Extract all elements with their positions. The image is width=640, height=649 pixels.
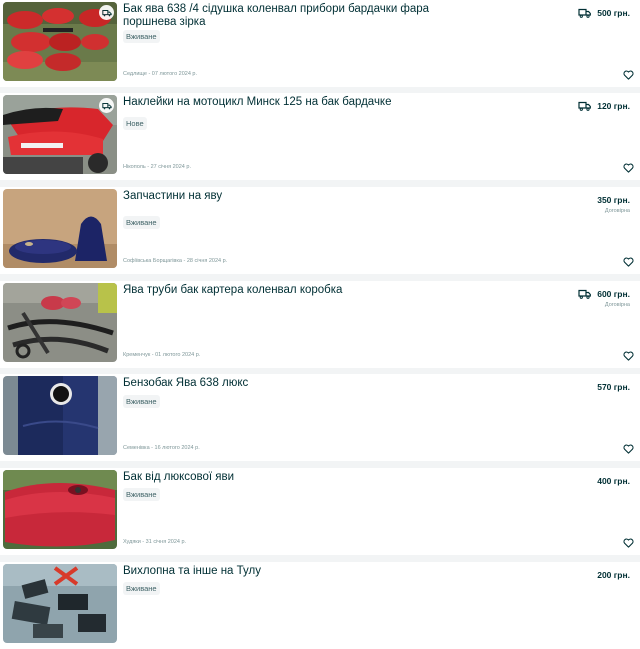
condition-badge: Вживане: [123, 488, 160, 501]
photo-image: [3, 189, 117, 268]
heart-outline-icon[interactable]: [623, 444, 634, 454]
listing-price: 350 грн.: [597, 195, 630, 205]
heart-outline-icon[interactable]: [623, 257, 634, 267]
listing-title[interactable]: Бак від люксової яви: [123, 471, 473, 484]
truck-icon: [578, 8, 592, 18]
photo-image: [3, 376, 117, 455]
listing-photo[interactable]: [3, 2, 117, 81]
negotiable-label: Договірна: [604, 208, 630, 214]
location-date: Худяки - 31 січня 2024 р.: [123, 539, 187, 545]
listing-card[interactable]: Вихлопна та інше на Тулу Вживане 200 грн…: [0, 562, 640, 649]
listing-price: 600 грн.: [597, 289, 630, 299]
truck-icon: [578, 289, 592, 299]
listing-card[interactable]: Запчастини на яву Вживане Софіївська Бор…: [0, 187, 640, 274]
listing-title[interactable]: Вихлопна та інше на Тулу: [123, 565, 473, 578]
listing-card[interactable]: Бак від люксової яви Вживане Худяки - 31…: [0, 468, 640, 555]
heart-outline-icon[interactable]: [623, 351, 634, 361]
heart-outline-icon[interactable]: [623, 70, 634, 80]
listing-photo[interactable]: [3, 564, 117, 643]
listing-title[interactable]: Запчастини на яву: [123, 190, 473, 203]
listing-photo[interactable]: [3, 470, 117, 549]
delivery-badge-icon: [99, 5, 114, 20]
negotiable-label: Договірна: [604, 302, 630, 308]
price-block: 350 грн. Договірна: [597, 195, 630, 214]
listing-photo[interactable]: [3, 95, 117, 174]
price-block: 500 грн.: [578, 8, 630, 18]
listing-card[interactable]: Бак ява 638 /4 сідушка коленвал прибори …: [0, 0, 640, 87]
listing-price: 400 грн.: [597, 476, 630, 486]
listing-title[interactable]: Бак ява 638 /4 сідушка коленвал прибори …: [123, 3, 473, 29]
price-block: 120 грн.: [578, 101, 630, 111]
listing-price: 500 грн.: [597, 8, 630, 18]
photo-image: [3, 564, 117, 643]
price-block: 570 грн.: [597, 382, 630, 392]
listing-price: 120 грн.: [597, 101, 630, 111]
listing-photo[interactable]: [3, 189, 117, 268]
listing-title[interactable]: Ява труби бак картера коленвал коробка: [123, 284, 473, 297]
listing-title[interactable]: Бензобак Ява 638 люкс: [123, 377, 473, 390]
heart-outline-icon[interactable]: [623, 538, 634, 548]
price-block: 200 грн.: [597, 570, 630, 580]
condition-badge: Вживане: [123, 582, 160, 595]
listing-photo[interactable]: [3, 376, 117, 455]
condition-badge: Вживане: [123, 216, 160, 229]
listing-price: 200 грн.: [597, 570, 630, 580]
heart-outline-icon[interactable]: [623, 163, 634, 173]
price-block: 400 грн.: [597, 476, 630, 486]
truck-icon: [578, 101, 592, 111]
listing-title[interactable]: Наклейки на мотоцикл Минск 125 на бак ба…: [123, 96, 473, 109]
location-date: Кременчук - 01 лютого 2024 р.: [123, 352, 201, 358]
location-date: Седлище - 07 лютого 2024 р.: [123, 71, 198, 77]
listing-price: 570 грн.: [597, 382, 630, 392]
photo-image: [3, 283, 117, 362]
listing-photo[interactable]: [3, 283, 117, 362]
location-date: Нікополь - 27 січня 2024 р.: [123, 164, 191, 170]
condition-badge: Вживане: [123, 395, 160, 408]
condition-badge: Нове: [123, 117, 147, 130]
condition-badge: Вживане: [123, 30, 160, 43]
delivery-badge-icon: [99, 98, 114, 113]
location-date: Семенівка - 16 лютого 2024 р.: [123, 445, 200, 451]
listing-card[interactable]: Бензобак Ява 638 люкс Вживане Семенівка …: [0, 374, 640, 461]
price-block: 600 грн. Договірна: [578, 289, 630, 308]
listing-card[interactable]: Наклейки на мотоцикл Минск 125 на бак ба…: [0, 93, 640, 180]
listing-card[interactable]: Ява труби бак картера коленвал коробка К…: [0, 281, 640, 368]
location-date: Софіївська Борщагівка - 28 січня 2024 р.: [123, 258, 228, 264]
photo-image: [3, 470, 117, 549]
